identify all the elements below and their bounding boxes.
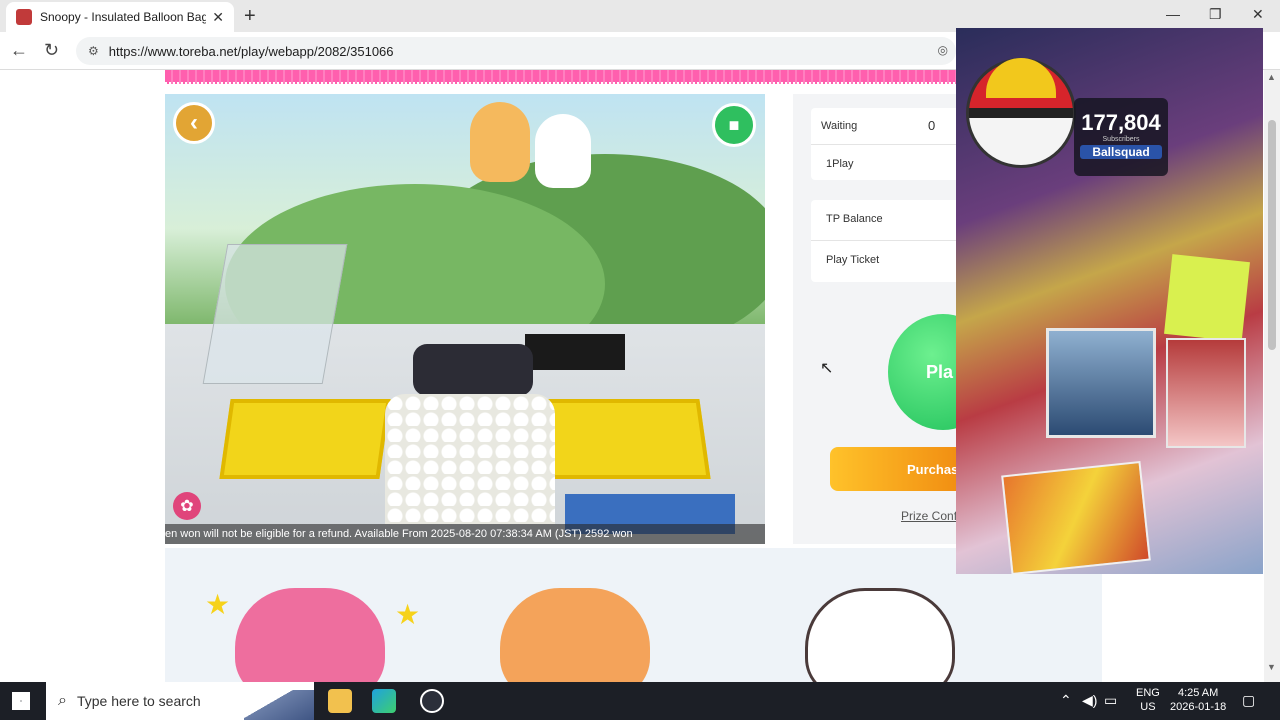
- trading-card: [1001, 460, 1151, 574]
- prize-confirmation-link[interactable]: Prize Confi: [901, 509, 960, 523]
- eye-off-icon[interactable]: ◎: [938, 43, 948, 57]
- waiting-count: 0: [928, 118, 936, 133]
- volume-icon[interactable]: ◀): [1082, 692, 1097, 709]
- white-cat-illustration: [535, 114, 591, 188]
- star-icon: ★: [395, 599, 421, 630]
- windows-start-icon[interactable]: [12, 692, 30, 710]
- ball-pile: [385, 394, 555, 524]
- close-window-button[interactable]: ✕: [1252, 6, 1264, 23]
- page-scrollbar[interactable]: ▲ ▼: [1264, 70, 1280, 682]
- play-panel: Waiting 0 1Play TP Balance Play Ticket P…: [793, 94, 998, 544]
- maximize-button[interactable]: ❐: [1209, 6, 1222, 23]
- black-pad: [525, 334, 625, 370]
- queue-card: Waiting 0 1Play: [811, 108, 963, 180]
- new-tab-button[interactable]: +: [244, 5, 256, 28]
- yellow-tray-right: [539, 399, 711, 479]
- notification-icon[interactable]: ▢: [1242, 692, 1255, 709]
- clock-time: 4:25 AM: [1177, 687, 1219, 699]
- tab-title: Snoopy - Insulated Balloon Bag S: [40, 10, 207, 24]
- back-arrow-icon[interactable]: ←: [10, 40, 28, 61]
- system-clock[interactable]: 4:25 AM 2026-01-18: [1170, 686, 1226, 714]
- language-indicator[interactable]: ENG US: [1136, 686, 1160, 714]
- scroll-thumb[interactable]: [1268, 120, 1276, 350]
- orange-cat-illustration: [500, 588, 650, 682]
- divider: [811, 144, 963, 145]
- star-icon: ★: [205, 589, 231, 620]
- recorder-app-icon[interactable]: [420, 689, 444, 713]
- pink-cat-illustration: [235, 588, 385, 682]
- trading-card: [1046, 328, 1156, 438]
- pip-video-overlay[interactable]: 177,804 Subscribers Ballsquad: [956, 28, 1263, 574]
- game-video-stream: ‹ ■ ✿ en won will not be eligible for a …: [165, 94, 765, 544]
- yellow-tray-left: [219, 399, 391, 479]
- subscriber-label: Subscribers: [1102, 136, 1140, 143]
- clock-date: 2026-01-18: [1170, 701, 1227, 713]
- keyboard-icon[interactable]: ▭: [1104, 692, 1117, 709]
- oneplay-label: 1Play: [826, 158, 854, 170]
- url-field[interactable]: ⚙ https://www.toreba.net/play/webapp/208…: [76, 37, 956, 65]
- play-ticket-label: Play Ticket: [826, 254, 880, 266]
- divider: [811, 240, 963, 241]
- purchase-button[interactable]: Purchas: [830, 447, 970, 491]
- camera-switch-icon[interactable]: ■: [712, 103, 756, 147]
- sticky-note: [1164, 254, 1250, 342]
- pink-header-bar: [165, 70, 975, 84]
- ball-tray: [413, 344, 533, 396]
- edge-browser-icon[interactable]: [372, 689, 396, 713]
- url-text: https://www.toreba.net/play/webapp/2082/…: [108, 43, 394, 59]
- white-cat-illustration: [805, 588, 955, 682]
- claw-chute: [202, 244, 348, 384]
- file-explorer-icon[interactable]: [328, 689, 352, 713]
- tab-close-icon[interactable]: ✕: [212, 9, 224, 26]
- orange-cat-illustration: [470, 102, 530, 182]
- region-code: US: [1140, 701, 1156, 713]
- scroll-down-arrow-icon[interactable]: ▼: [1267, 662, 1276, 672]
- trading-card: [1166, 338, 1246, 448]
- search-highlight-image: [244, 690, 314, 720]
- refund-ticker: en won will not be eligible for a refund…: [165, 524, 765, 544]
- site-info-icon[interactable]: ⚙: [88, 44, 99, 58]
- search-icon: ⌕: [58, 692, 67, 709]
- subscriber-count: 177,804: [1081, 110, 1161, 135]
- scroll-up-arrow-icon[interactable]: ▲: [1267, 72, 1276, 82]
- windows-taskbar: ⌕ Type here to search ⌃ ◀) ▭ ENG US 4:25…: [0, 682, 1280, 720]
- favicon-icon: [16, 9, 32, 25]
- chevron-left-icon[interactable]: ‹: [173, 102, 215, 144]
- taskbar-search[interactable]: ⌕ Type here to search: [46, 682, 314, 720]
- search-placeholder: Type here to search: [76, 693, 201, 709]
- mouse-cursor-icon: ↖: [820, 360, 834, 377]
- minimize-button[interactable]: —: [1166, 6, 1180, 22]
- chevron-up-icon[interactable]: ⌃: [1060, 692, 1072, 709]
- browser-tab[interactable]: Snoopy - Insulated Balloon Bag S ✕: [6, 2, 234, 32]
- balance-card: TP Balance Play Ticket: [811, 200, 963, 282]
- tp-balance-label: TP Balance: [826, 213, 883, 225]
- subscriber-counter: 177,804 Subscribers Ballsquad: [1074, 98, 1168, 176]
- gear-icon[interactable]: ✿: [173, 492, 201, 520]
- reload-icon[interactable]: ↻: [44, 40, 59, 61]
- language-code: ENG: [1136, 687, 1160, 699]
- waiting-label: Waiting: [821, 120, 858, 132]
- channel-name: Ballsquad: [1080, 145, 1162, 159]
